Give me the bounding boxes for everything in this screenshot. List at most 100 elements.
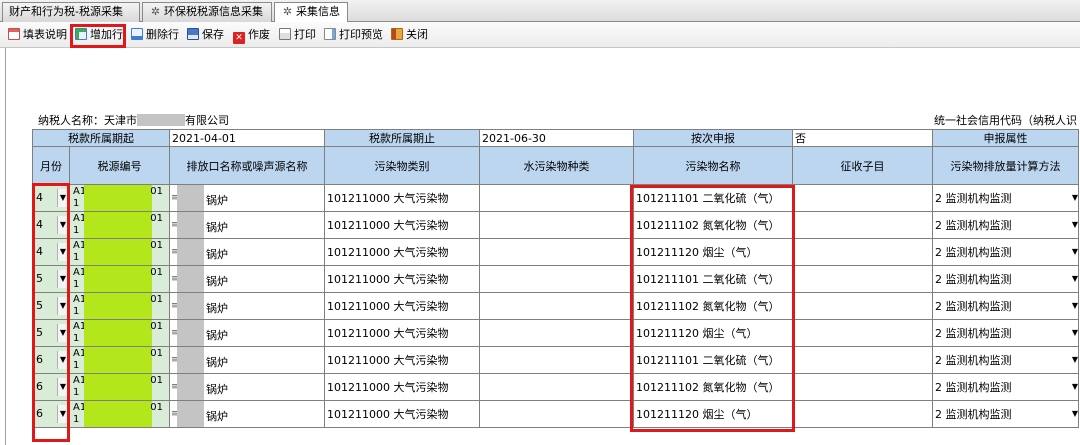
print-preview-button[interactable]: 打印预览 <box>323 26 383 44</box>
close-button[interactable]: 关闭 <box>390 26 428 44</box>
dropdown-arrow-icon[interactable]: ▼ <box>1072 409 1078 418</box>
dropdown-arrow-icon[interactable]: ▼ <box>57 270 68 288</box>
water-type-cell[interactable] <box>479 184 634 212</box>
pollutant-name-cell[interactable]: 101211120 烟尘（气） <box>633 238 793 266</box>
sub-item-cell[interactable] <box>792 238 933 266</box>
calc-method-select[interactable]: 2 监测机构监测 ▼ <box>932 238 1079 266</box>
source-no-cell[interactable]: A1 1 01 <box>69 346 170 374</box>
sub-item-cell[interactable] <box>792 265 933 293</box>
month-select[interactable]: 6 ▼ <box>32 346 70 374</box>
outlet-cell[interactable]: ≡ 锅炉 <box>169 346 325 374</box>
pollutant-category-cell[interactable]: 101211000 大气污染物 <box>324 265 480 293</box>
outlet-cell[interactable]: ≡ 锅炉 <box>169 238 325 266</box>
calc-method-select[interactable]: 2 监测机构监测 ▼ <box>932 400 1079 428</box>
print-button[interactable]: 打印 <box>278 26 316 44</box>
water-type-cell[interactable] <box>479 238 634 266</box>
outlet-cell[interactable]: ≡ 锅炉 <box>169 373 325 401</box>
dropdown-arrow-icon[interactable]: ▼ <box>57 297 68 315</box>
pollutant-name-cell[interactable]: 101211101 二氧化硫（气） <box>633 346 793 374</box>
calc-method-select[interactable]: 2 监测机构监测 ▼ <box>932 211 1079 239</box>
tab-collected-info[interactable]: ✲ 采集信息 <box>274 2 348 23</box>
tab-tax-source-collection[interactable]: 财产和行为税-税源采集 <box>2 2 140 22</box>
outlet-cell[interactable]: ≡ 锅炉 <box>169 400 325 428</box>
sub-item-cell[interactable] <box>792 373 933 401</box>
sub-item-cell[interactable] <box>792 319 933 347</box>
instructions-button[interactable]: 填表说明 <box>7 26 67 44</box>
water-type-cell[interactable] <box>479 292 634 320</box>
source-no-cell[interactable]: A1 1 01 <box>69 265 170 293</box>
source-no-cell[interactable]: A1 1 01 <box>69 373 170 401</box>
outlet-cell[interactable]: ≡ 锅炉 <box>169 184 325 212</box>
pollutant-category-cell[interactable]: 101211000 大气污染物 <box>324 238 480 266</box>
dropdown-arrow-icon[interactable]: ▼ <box>57 378 68 396</box>
pollutant-name-cell[interactable]: 101211101 二氧化硫（气） <box>633 265 793 293</box>
period-start-value[interactable]: 2021-04-01 <box>169 129 325 147</box>
calc-method-select[interactable]: 2 监测机构监测 ▼ <box>932 373 1079 401</box>
month-select[interactable]: 6 ▼ <box>32 373 70 401</box>
month-select[interactable]: 5 ▼ <box>32 292 70 320</box>
tab-env-tax-collection[interactable]: ✲ 环保税税源信息采集 <box>142 2 272 22</box>
source-no-cell[interactable]: A1 1 01 <box>69 319 170 347</box>
month-select[interactable]: 4 ▼ <box>32 211 70 239</box>
source-no-cell[interactable]: A1 1 01 <box>69 292 170 320</box>
month-select[interactable]: 4 ▼ <box>32 238 70 266</box>
pollutant-name-cell[interactable]: 101211102 氮氧化物（气） <box>633 373 793 401</box>
water-type-cell[interactable] <box>479 265 634 293</box>
void-button[interactable]: ✕ 作废 <box>232 26 270 44</box>
pollutant-category-cell[interactable]: 101211000 大气污染物 <box>324 400 480 428</box>
pollutant-name-cell[interactable]: 101211102 氮氧化物（气） <box>633 292 793 320</box>
calc-method-select[interactable]: 2 监测机构监测 ▼ <box>932 265 1079 293</box>
delete-row-button[interactable]: 删除行 <box>130 26 179 44</box>
dropdown-arrow-icon[interactable]: ▼ <box>1072 382 1078 391</box>
dropdown-arrow-icon[interactable]: ▼ <box>57 189 68 207</box>
source-no-cell[interactable]: A1 1 01 <box>69 211 170 239</box>
calc-method-select[interactable]: 2 监测机构监测 ▼ <box>932 319 1079 347</box>
pollutant-category-cell[interactable]: 101211000 大气污染物 <box>324 346 480 374</box>
outlet-cell[interactable]: ≡ 锅炉 <box>169 292 325 320</box>
water-type-cell[interactable] <box>479 211 634 239</box>
pollutant-category-cell[interactable]: 101211000 大气污染物 <box>324 184 480 212</box>
month-select[interactable]: 5 ▼ <box>32 265 70 293</box>
pollutant-category-cell[interactable]: 101211000 大气污染物 <box>324 292 480 320</box>
dropdown-arrow-icon[interactable]: ▼ <box>1072 301 1078 310</box>
dropdown-arrow-icon[interactable]: ▼ <box>1072 193 1078 202</box>
source-no-cell[interactable]: A1 1 01 <box>69 400 170 428</box>
source-no-cell[interactable]: A1 1 01 <box>69 238 170 266</box>
calc-method-select[interactable]: 2 监测机构监测 ▼ <box>932 346 1079 374</box>
dropdown-arrow-icon[interactable]: ▼ <box>1072 355 1078 364</box>
dropdown-arrow-icon[interactable]: ▼ <box>57 405 68 423</box>
add-row-button[interactable]: 增加行 <box>74 26 123 44</box>
source-no-cell[interactable]: A1 1 01 <box>69 184 170 212</box>
sub-item-cell[interactable] <box>792 184 933 212</box>
dropdown-arrow-icon[interactable]: ▼ <box>1072 247 1078 256</box>
pollutant-category-cell[interactable]: 101211000 大气污染物 <box>324 373 480 401</box>
dropdown-arrow-icon[interactable]: ▼ <box>57 324 68 342</box>
period-end-value[interactable]: 2021-06-30 <box>479 129 634 147</box>
pollutant-name-cell[interactable]: 101211102 氮氧化物（气） <box>633 211 793 239</box>
pollutant-name-cell[interactable]: 101211120 烟尘（气） <box>633 400 793 428</box>
month-select[interactable]: 5 ▼ <box>32 319 70 347</box>
sub-item-cell[interactable] <box>792 292 933 320</box>
pollutant-name-cell[interactable]: 101211101 二氧化硫（气） <box>633 184 793 212</box>
per-time-value[interactable]: 否 <box>792 129 933 147</box>
calc-method-select[interactable]: 2 监测机构监测 ▼ <box>932 184 1079 212</box>
pollutant-category-cell[interactable]: 101211000 大气污染物 <box>324 211 480 239</box>
water-type-cell[interactable] <box>479 346 634 374</box>
sub-item-cell[interactable] <box>792 211 933 239</box>
water-type-cell[interactable] <box>479 400 634 428</box>
sub-item-cell[interactable] <box>792 346 933 374</box>
dropdown-arrow-icon[interactable]: ▼ <box>1072 328 1078 337</box>
month-select[interactable]: 6 ▼ <box>32 400 70 428</box>
dropdown-arrow-icon[interactable]: ▼ <box>57 351 68 369</box>
outlet-cell[interactable]: ≡ 锅炉 <box>169 211 325 239</box>
save-button[interactable]: 保存 <box>186 26 224 44</box>
water-type-cell[interactable] <box>479 373 634 401</box>
dropdown-arrow-icon[interactable]: ▼ <box>57 243 68 261</box>
outlet-cell[interactable]: ≡ 锅炉 <box>169 265 325 293</box>
dropdown-arrow-icon[interactable]: ▼ <box>1072 274 1078 283</box>
pollutant-category-cell[interactable]: 101211000 大气污染物 <box>324 319 480 347</box>
outlet-cell[interactable]: ≡ 锅炉 <box>169 319 325 347</box>
dropdown-arrow-icon[interactable]: ▼ <box>57 216 68 234</box>
month-select[interactable]: 4 ▼ <box>32 184 70 212</box>
dropdown-arrow-icon[interactable]: ▼ <box>1072 220 1078 229</box>
